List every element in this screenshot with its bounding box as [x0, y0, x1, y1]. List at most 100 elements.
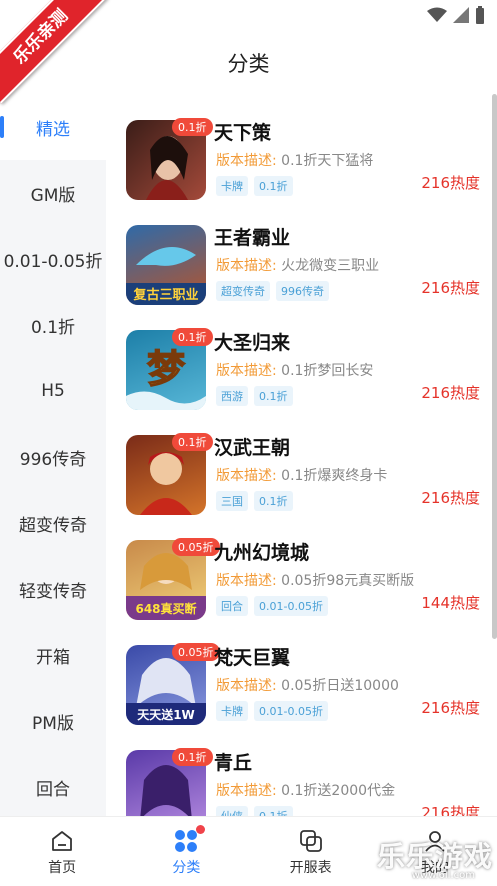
desc-label: 版本描述:: [216, 783, 277, 799]
tag: 0.01-0.05折: [254, 596, 328, 616]
desc-label: 版本描述:: [216, 363, 277, 379]
heat-count: 216热度: [421, 174, 480, 192]
tab-category[interactable]: 分类: [124, 817, 248, 886]
tag: 卡牌: [216, 701, 248, 721]
game-tags: 卡牌 0.01-0.05折: [216, 701, 328, 721]
desc-text: 0.1折梦回长安: [281, 363, 374, 379]
thumb-text: 梦: [147, 347, 185, 391]
game-item[interactable]: 0.1折 天下策 版本描述: 0.1折天下猛将 卡牌 0.1折 216热度: [126, 118, 488, 206]
game-tags: 三国 0.1折: [216, 491, 293, 511]
sidebar-item-label: 996传奇: [19, 449, 87, 470]
thumb-text: 天天送1W: [137, 707, 195, 722]
game-thumbnail[interactable]: 复古三职业: [126, 225, 206, 305]
desc-label: 版本描述:: [216, 468, 277, 484]
discount-badge: 0.1折: [172, 433, 213, 451]
game-tags: 仙侠 0.1折: [216, 806, 293, 816]
sidebar-item-label: 开箱: [36, 647, 70, 668]
discount-badge: 0.1折: [172, 118, 213, 136]
sidebar-item-h5[interactable]: H5: [0, 358, 106, 424]
game-name[interactable]: 青丘: [214, 748, 252, 775]
sidebar-item-featured[interactable]: 精选: [0, 94, 106, 160]
tab-home[interactable]: 首页: [0, 817, 124, 886]
sidebar-item-label: 超变传奇: [19, 515, 87, 536]
tag: 0.1折: [254, 491, 293, 511]
sidebar-item-super-change[interactable]: 超变传奇: [0, 490, 106, 556]
sidebar-item-996[interactable]: 996传奇: [0, 424, 106, 490]
game-item[interactable]: 复古三职业 王者霸业 版本描述: 火龙微变三职业 超变传奇 996传奇 216热度: [126, 225, 488, 311]
heat-count: 216热度: [421, 279, 480, 297]
desc-label: 版本描述:: [216, 258, 277, 274]
game-description: 版本描述: 0.1折爆爽终身卡: [216, 465, 387, 485]
game-item[interactable]: 0.1折 汉武王朝 版本描述: 0.1折爆爽终身卡 三国 0.1折 216热度: [126, 433, 488, 521]
heat-count: 216热度: [421, 699, 480, 717]
game-item[interactable]: 648真买断 0.05折 九州幻境城 版本描述: 0.05折98元真买断版 回合…: [126, 538, 488, 626]
server-list-icon: [299, 829, 322, 852]
sidebar-item-gm[interactable]: GM版: [0, 160, 106, 226]
tag: 超变传奇: [216, 281, 270, 301]
desc-text: 0.05折日送10000: [281, 678, 399, 694]
sidebar-item-label: 0.01-0.05折: [3, 251, 103, 272]
game-item[interactable]: 天天送1W 0.05折 梵天巨翼 版本描述: 0.05折日送10000 卡牌 0.…: [126, 643, 488, 731]
discount-badge: 0.05折: [172, 538, 220, 556]
game-tags: 西游 0.1折: [216, 386, 293, 406]
game-tags: 超变传奇 996传奇: [216, 281, 329, 301]
sidebar-item-turn-based[interactable]: 回合: [0, 754, 106, 816]
sidebar-item-label: H5: [41, 381, 65, 401]
sidebar-item-discount-005[interactable]: 0.01-0.05折: [0, 226, 106, 292]
game-item[interactable]: 0.1折 青丘 版本描述: 0.1折送2000代金 仙侠 0.1折 216热度: [126, 748, 488, 816]
page-title: 分类: [227, 52, 270, 76]
game-description: 版本描述: 火龙微变三职业: [216, 255, 379, 275]
desc-text: 火龙微变三职业: [281, 258, 380, 274]
desc-text: 0.1折爆爽终身卡: [281, 468, 388, 484]
tab-server-list[interactable]: 开服表: [249, 817, 373, 886]
tag: 0.1折: [254, 176, 293, 196]
game-name[interactable]: 大圣归来: [214, 328, 290, 355]
tag: 0.1折: [254, 386, 293, 406]
watermark-url: www.6ll.com: [411, 870, 475, 881]
game-name[interactable]: 汉武王朝: [214, 433, 290, 460]
discount-badge: 0.1折: [172, 328, 213, 346]
desc-text: 0.1折天下猛将: [281, 153, 374, 169]
sidebar-item-open-box[interactable]: 开箱: [0, 622, 106, 688]
desc-label: 版本描述:: [216, 153, 277, 169]
tag: 三国: [216, 491, 248, 511]
tag: 卡牌: [216, 176, 248, 196]
sidebar-item-light-change[interactable]: 轻变传奇: [0, 556, 106, 622]
game-description: 版本描述: 0.1折天下猛将: [216, 150, 373, 170]
sidebar-item-label: 0.1折: [30, 317, 76, 338]
scrollbar[interactable]: [492, 94, 497, 639]
discount-badge: 0.1折: [172, 748, 213, 766]
game-name[interactable]: 王者霸业: [214, 223, 290, 250]
heat-count: 216热度: [421, 384, 480, 402]
heat-count: 216热度: [421, 489, 480, 507]
sidebar-item-discount-01[interactable]: 0.1折: [0, 292, 106, 358]
sidebar-item-pm[interactable]: PM版: [0, 688, 106, 754]
game-description: 版本描述: 0.1折梦回长安: [216, 360, 373, 380]
heat-count: 216热度: [421, 804, 480, 816]
sidebar-item-label: GM版: [30, 185, 76, 206]
game-name[interactable]: 天下策: [214, 118, 271, 145]
game-description: 版本描述: 0.05折日送10000: [216, 675, 399, 695]
game-item[interactable]: 梦 0.1折 大圣归来 版本描述: 0.1折梦回长安 西游 0.1折 216热度: [126, 328, 488, 416]
game-description: 版本描述: 0.05折98元真买断版: [216, 570, 414, 590]
desc-label: 版本描述:: [216, 573, 277, 589]
tag: 仙侠: [216, 806, 248, 816]
desc-text: 0.05折98元真买断版: [281, 573, 415, 589]
sidebar-item-label: 回合: [36, 779, 70, 800]
watermark: 乐乐游戏: [376, 840, 493, 873]
desc-label: 版本描述:: [216, 678, 277, 694]
game-name[interactable]: 九州幻境城: [214, 538, 309, 565]
tab-label: 开服表: [289, 859, 332, 876]
wifi-icon: [427, 7, 447, 22]
home-icon: [52, 830, 73, 851]
tag: 西游: [216, 386, 248, 406]
game-art-icon: 复古三职业: [126, 247, 206, 305]
notification-dot: [196, 825, 206, 834]
tab-label: 首页: [48, 859, 77, 876]
game-list[interactable]: 0.1折 天下策 版本描述: 0.1折天下猛将 卡牌 0.1折 216热度 复古三…: [106, 94, 497, 816]
sidebar-item-label: 精选: [36, 119, 70, 140]
tag: 996传奇: [276, 281, 329, 301]
desc-text: 0.1折送2000代金: [281, 783, 396, 799]
game-tags: 卡牌 0.1折: [216, 176, 293, 196]
game-name[interactable]: 梵天巨翼: [214, 643, 290, 670]
